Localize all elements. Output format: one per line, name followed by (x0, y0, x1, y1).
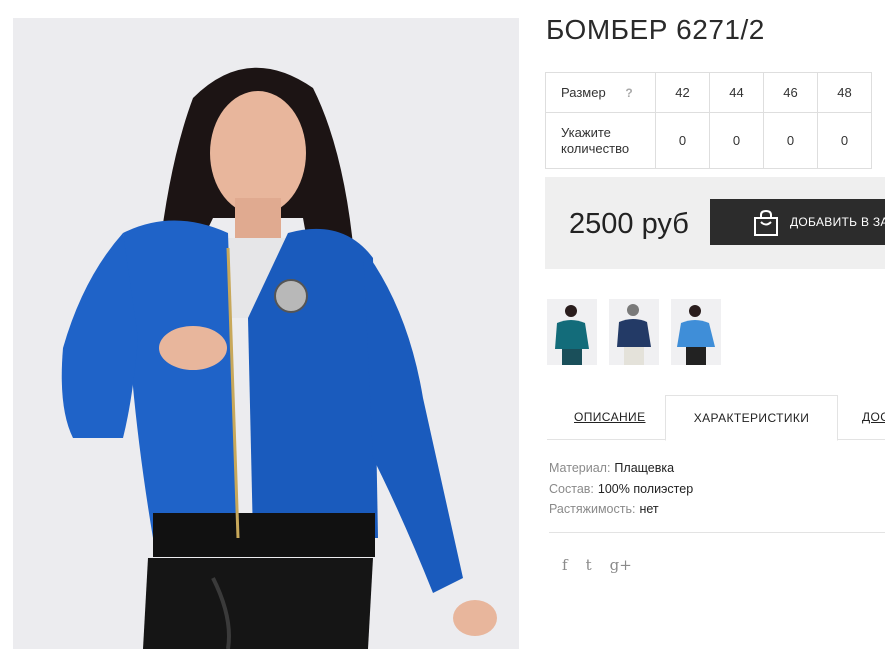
product-tabs: ОПИСАНИЕ ХАРАКТЕРИСТИКИ ДОСТАВКА (547, 395, 885, 441)
size-44: 44 (709, 72, 764, 113)
size-label: Размер (561, 84, 606, 100)
twitter-icon[interactable]: t (586, 556, 592, 574)
size-42: 42 (655, 72, 710, 113)
shopping-bag-icon (754, 209, 778, 236)
purchase-bar: 2500 руб ДОБАВИТЬ В ЗАКАЗ (545, 177, 885, 269)
quantity-input-48[interactable]: 0 (817, 112, 872, 169)
spec-key: Состав: (549, 481, 594, 496)
add-to-cart-button[interactable]: ДОБАВИТЬ В ЗАКАЗ (710, 199, 885, 245)
size-row: Размер ? 42 44 46 48 (545, 72, 872, 113)
add-to-cart-label: ДОБАВИТЬ В ЗАКАЗ (790, 215, 885, 229)
thumbnail-navy[interactable] (609, 299, 659, 365)
specs-list: Материал: Плащевка Состав: 100% полиэстер … (549, 458, 693, 520)
quantity-value: 0 (786, 133, 795, 148)
quantity-input-46[interactable]: 0 (763, 112, 818, 169)
quantity-label: Укажите количество (545, 112, 656, 169)
spec-value: 100% полиэстер (597, 481, 694, 496)
size-table: Размер ? 42 44 46 48 Укажите количество … (545, 72, 872, 169)
price: 2500 руб (569, 208, 689, 240)
tab-delivery[interactable]: ДОСТАВКА (862, 395, 885, 440)
spec-value: Плащевка (614, 461, 675, 475)
quantity-input-44[interactable]: 0 (709, 112, 764, 169)
social-share: f t g+ (562, 556, 632, 574)
tab-characteristics[interactable]: ХАРАКТЕРИСТИКИ (665, 395, 838, 441)
quantity-row: Укажите количество 0 0 0 0 (545, 112, 872, 169)
quantity-input-42[interactable]: 0 (655, 112, 710, 169)
divider (549, 532, 885, 533)
thumbnail-teal[interactable] (547, 299, 597, 365)
google-plus-icon[interactable]: g+ (610, 556, 632, 574)
spec-row: Растяжимость: нет (549, 499, 693, 520)
spec-key: Растяжимость: (549, 502, 636, 516)
thumbnail-blue[interactable] (671, 299, 721, 365)
spec-value: нет (639, 502, 659, 516)
quantity-value: 0 (678, 133, 687, 148)
size-label-cell: Размер ? (545, 72, 656, 113)
size-48: 48 (817, 72, 872, 113)
size-46: 46 (763, 72, 818, 113)
spec-key: Материал: (549, 461, 611, 475)
quantity-value: 0 (840, 133, 849, 148)
tab-description[interactable]: ОПИСАНИЕ (574, 395, 646, 440)
thumbnail-gallery (547, 299, 721, 365)
product-main-image[interactable] (13, 18, 519, 649)
facebook-icon[interactable]: f (562, 556, 568, 574)
size-help-icon[interactable]: ? (625, 85, 632, 101)
spec-row: Состав: 100% полиэстер (549, 479, 693, 500)
product-title: БОМБЕР 6271/2 (546, 14, 765, 45)
spec-row: Материал: Плащевка (549, 458, 693, 479)
quantity-value: 0 (732, 133, 741, 148)
